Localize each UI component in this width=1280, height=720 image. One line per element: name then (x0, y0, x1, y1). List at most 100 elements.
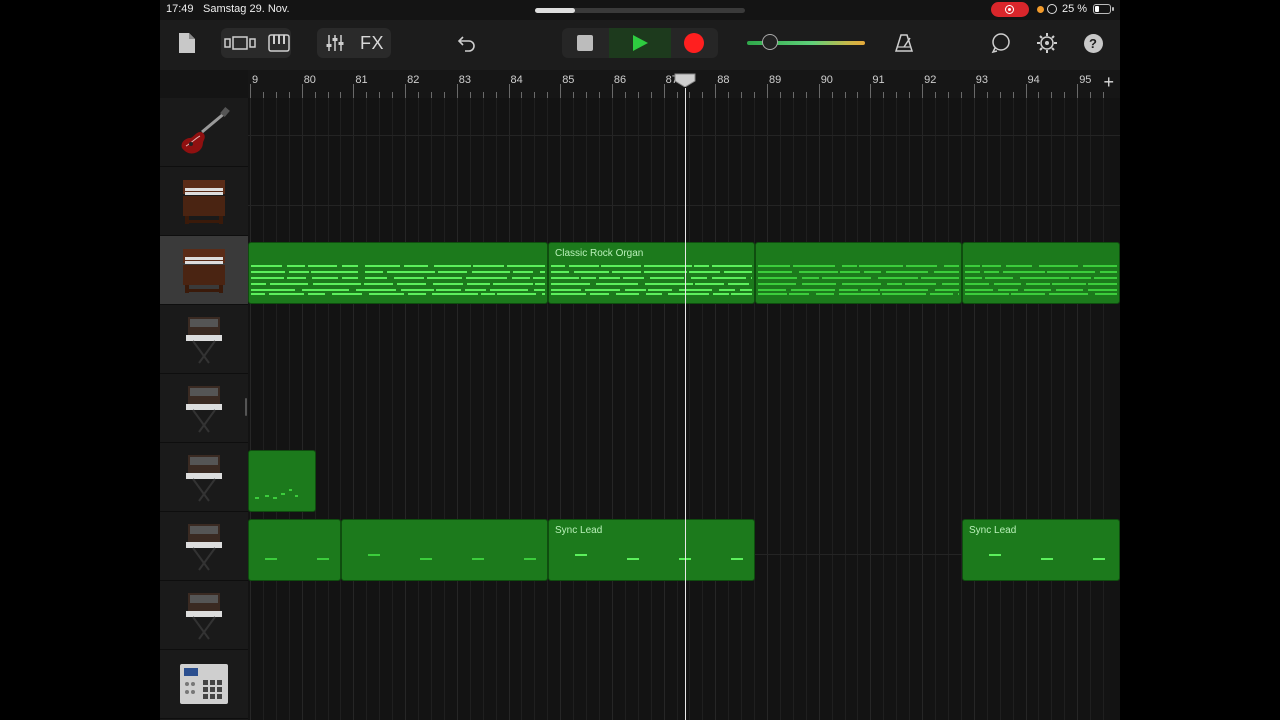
add-section-button[interactable]: + (1103, 72, 1114, 93)
midi-note (1020, 277, 1069, 279)
midi-note (934, 271, 959, 273)
bar-number: 89 (769, 74, 782, 86)
tracks-view-icon[interactable] (222, 28, 258, 58)
multitasking-indicator[interactable] (535, 8, 745, 13)
track-header-synth-2[interactable] (160, 374, 248, 443)
synth-region-small[interactable] (248, 450, 316, 512)
midi-note (880, 289, 928, 291)
track-header-guitar[interactable] (160, 98, 248, 167)
undo-icon[interactable] (454, 28, 480, 58)
synth-icon (186, 455, 222, 502)
midi-note (365, 265, 400, 267)
midi-note (251, 289, 295, 291)
mixer-icon[interactable] (322, 28, 348, 58)
grid-line (1064, 98, 1066, 720)
sync-lead-region-4[interactable]: Sync Lead (962, 519, 1120, 581)
midi-note (694, 265, 709, 267)
grid-line (275, 98, 277, 720)
midi-note (427, 277, 462, 279)
midi-note (533, 277, 545, 279)
organ-region-4[interactable] (962, 242, 1120, 304)
ruler-tick (250, 84, 251, 98)
midi-note (590, 293, 609, 295)
midi-note (313, 283, 361, 285)
grid-line (418, 98, 420, 720)
midi-note (712, 277, 746, 279)
settings-icon[interactable] (1034, 28, 1060, 58)
sync-lead-region-3[interactable]: Sync Lead (548, 519, 755, 581)
record-icon[interactable] (673, 28, 715, 58)
midi-note (935, 289, 959, 291)
midi-note (799, 271, 838, 273)
playhead-handle[interactable] (674, 73, 696, 87)
organ-region-2[interactable]: Classic Rock Organ (548, 242, 755, 304)
headers-resize-handle[interactable] (245, 398, 247, 416)
midi-note (882, 293, 926, 295)
bar-number: 9 (252, 74, 259, 86)
metronome-icon[interactable] (891, 28, 917, 58)
grid-line (598, 98, 600, 720)
midi-note (1088, 283, 1117, 285)
midi-note (302, 289, 349, 291)
tracks-area[interactable]: Classic Rock Organ Sync Lead Sync Lead (248, 98, 1120, 720)
midi-note (965, 271, 980, 273)
keyboard-icon[interactable] (264, 28, 294, 58)
midi-note (1100, 271, 1117, 273)
midi-note (369, 293, 404, 295)
track-header-organ-2[interactable] (160, 236, 248, 305)
help-icon[interactable]: ? (1082, 28, 1104, 58)
midi-note (644, 271, 687, 273)
playhead-line[interactable] (685, 88, 686, 720)
midi-note (512, 277, 530, 279)
midi-note (758, 289, 786, 291)
track-header-synth-1[interactable] (160, 305, 248, 374)
organ-region-3[interactable] (755, 242, 962, 304)
track-header-synth-5[interactable] (160, 581, 248, 650)
sync-lead-region-1[interactable] (248, 519, 341, 581)
track-header-organ-1[interactable] (160, 167, 248, 236)
midi-note (473, 265, 504, 267)
midi-note (878, 277, 918, 279)
grid-line (805, 98, 807, 720)
grid-line (947, 98, 949, 720)
grid-line (314, 98, 316, 720)
grid-line (288, 98, 290, 720)
grid-line (973, 98, 975, 720)
ruler-tick (456, 84, 458, 98)
document-icon[interactable] (176, 28, 198, 58)
midi-note (308, 265, 337, 267)
grid-line (1051, 98, 1053, 720)
battery-icon (1093, 4, 1114, 14)
drum-machine-icon (180, 664, 228, 704)
grid-line (1103, 98, 1105, 720)
bar-number: 93 (975, 74, 989, 86)
midi-note (551, 289, 581, 291)
synth-icon (186, 593, 222, 640)
screen-recording-icon[interactable] (991, 2, 1029, 17)
fx-button[interactable]: FX (357, 28, 387, 58)
sync-lead-region-2[interactable] (341, 519, 548, 581)
ruler-tick (973, 84, 975, 98)
master-volume-knob[interactable] (762, 34, 778, 50)
bar-number: 95 (1079, 74, 1092, 86)
ruler-tick (508, 84, 510, 98)
midi-note (308, 293, 325, 295)
bar-number: 94 (1027, 74, 1040, 86)
track-header-synth-3[interactable] (160, 443, 248, 512)
status-date: Samstag 29. Nov. (203, 3, 290, 15)
electric-guitar-icon (181, 107, 230, 154)
midi-note (490, 289, 528, 291)
midi-note (513, 271, 533, 273)
track-header-drum-machine[interactable] (160, 650, 248, 719)
midi-note (802, 277, 819, 279)
midi-note (1024, 289, 1051, 291)
midi-note (965, 265, 980, 267)
organ-region-1[interactable] (248, 242, 548, 304)
midi-note (612, 271, 641, 273)
stop-icon[interactable] (564, 28, 606, 58)
midi-note (493, 283, 533, 285)
grid-line (663, 98, 665, 720)
play-icon[interactable] (619, 28, 661, 58)
track-header-synth-4[interactable] (160, 512, 248, 581)
loop-icon[interactable] (988, 28, 1014, 58)
